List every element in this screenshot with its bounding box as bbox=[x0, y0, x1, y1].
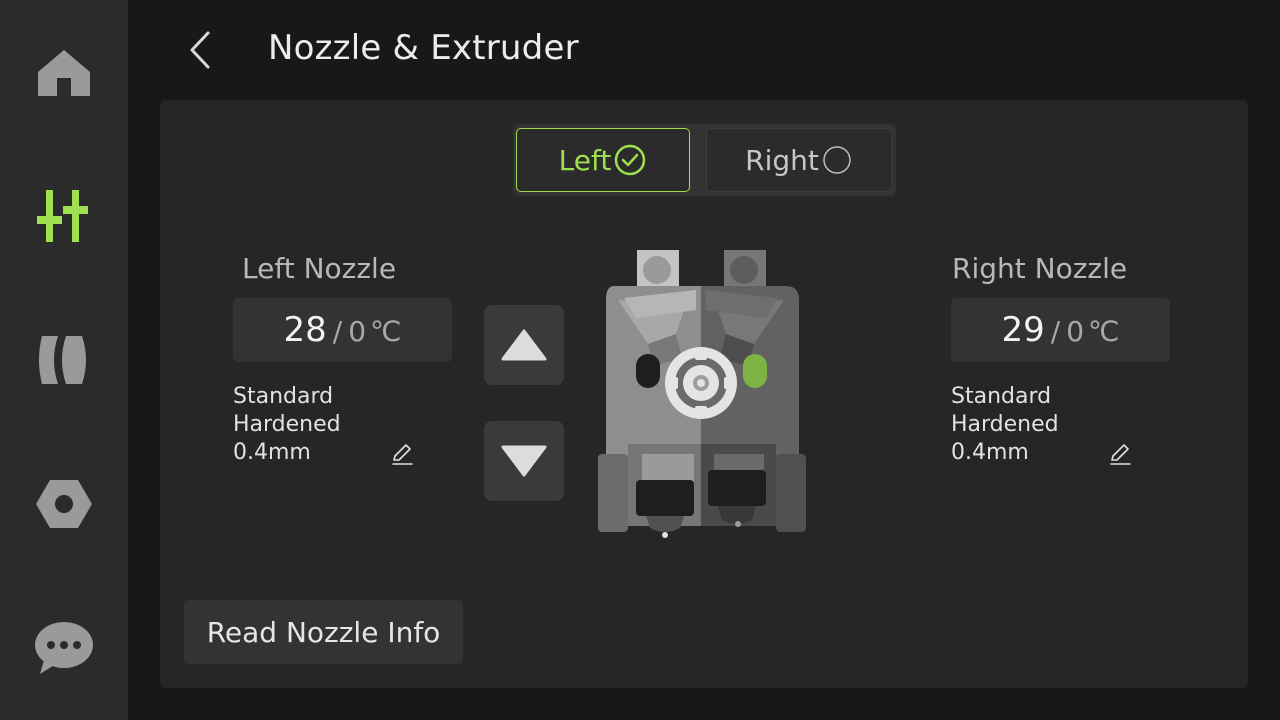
check-circle-icon bbox=[615, 144, 646, 176]
left-nozzle-diameter: 0.4mm bbox=[233, 440, 311, 465]
right-current-temp: 29 bbox=[1001, 310, 1045, 350]
right-nozzle-title: Right Nozzle bbox=[952, 252, 1128, 285]
left-target-temp: 0 bbox=[348, 315, 367, 348]
sidebar-item-home[interactable] bbox=[24, 32, 104, 112]
left-nozzle-title: Left Nozzle bbox=[242, 252, 397, 285]
filament-spool-icon bbox=[39, 336, 86, 384]
triangle-down-icon bbox=[501, 445, 547, 477]
left-nozzle-type-line1: Standard bbox=[233, 384, 334, 409]
move-down-button[interactable] bbox=[484, 421, 564, 501]
right-target-temp: 0 bbox=[1066, 315, 1085, 348]
sliders-icon bbox=[37, 190, 88, 242]
left-nozzle-edit-button[interactable] bbox=[388, 440, 416, 468]
sidebar-item-filament[interactable] bbox=[24, 320, 104, 400]
select-left-button[interactable]: Left bbox=[516, 128, 690, 192]
left-nozzle-temp: 28 / 0 ℃ bbox=[233, 298, 452, 362]
select-right-button[interactable]: Right bbox=[706, 128, 892, 192]
triangle-up-icon bbox=[501, 329, 547, 361]
nozzle-selector: Left Right bbox=[513, 124, 896, 196]
right-temp-unit: ℃ bbox=[1088, 315, 1120, 348]
home-icon bbox=[38, 50, 90, 96]
sidebar-item-settings[interactable] bbox=[24, 464, 104, 544]
right-nozzle-temp: 29 / 0 ℃ bbox=[951, 298, 1170, 362]
move-up-button[interactable] bbox=[484, 305, 564, 385]
back-button[interactable] bbox=[176, 24, 224, 76]
left-temp-separator: / bbox=[332, 315, 343, 348]
dual-extruder-image bbox=[598, 250, 806, 538]
empty-circle-icon bbox=[823, 146, 851, 174]
read-nozzle-info-button[interactable]: Read Nozzle Info bbox=[184, 600, 463, 664]
right-nozzle-type-line1: Standard bbox=[951, 384, 1052, 409]
left-temp-unit: ℃ bbox=[370, 315, 402, 348]
right-nozzle-edit-button[interactable] bbox=[1106, 440, 1134, 468]
chat-bubble-icon bbox=[35, 622, 93, 674]
sidebar bbox=[0, 0, 128, 720]
select-right-label: Right bbox=[745, 143, 819, 177]
left-nozzle-type-line2: Hardened bbox=[233, 412, 341, 437]
hex-nut-icon bbox=[36, 480, 92, 528]
extruder-illustration bbox=[596, 248, 808, 540]
left-nozzle-info: Standard Hardened 0.4mm bbox=[233, 383, 341, 467]
page-title: Nozzle & Extruder bbox=[268, 28, 579, 68]
right-nozzle-type-line2: Hardened bbox=[951, 412, 1059, 437]
sidebar-item-controls[interactable] bbox=[24, 176, 104, 256]
pencil-icon bbox=[1110, 444, 1131, 465]
sidebar-item-messages[interactable] bbox=[24, 608, 104, 688]
chevron-left-icon bbox=[190, 31, 210, 69]
left-current-temp: 28 bbox=[283, 310, 327, 350]
select-left-label: Left bbox=[558, 143, 612, 177]
pencil-icon bbox=[392, 444, 413, 465]
right-nozzle-info: Standard Hardened 0.4mm bbox=[951, 383, 1059, 467]
right-temp-separator: / bbox=[1050, 315, 1061, 348]
right-nozzle-diameter: 0.4mm bbox=[951, 440, 1029, 465]
